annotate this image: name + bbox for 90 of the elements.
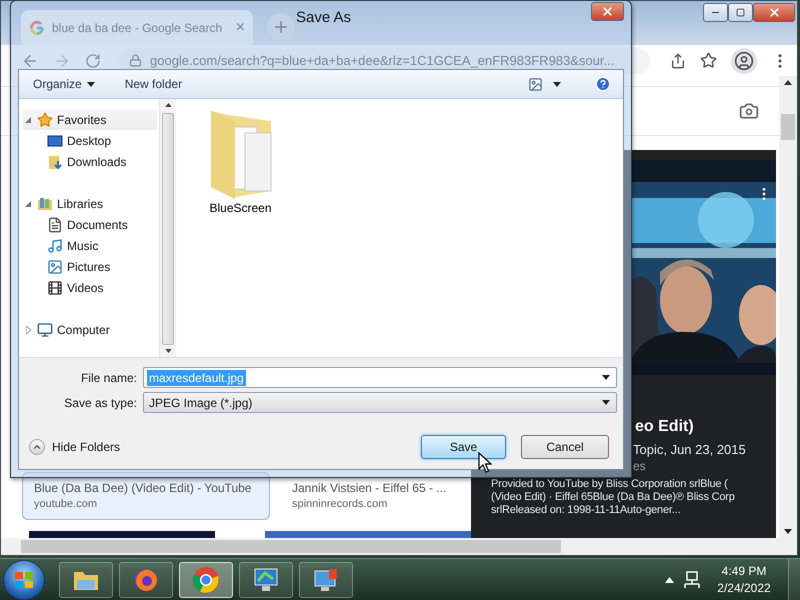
organize-button[interactable]: Organize: [33, 75, 95, 93]
vertical-scrollbar[interactable]: [159, 99, 176, 357]
nav-item[interactable]: Pictures: [23, 256, 157, 277]
description-line: (Video Edit) · Eiffel 65Blue (Da Ba Dee)℗ Bliss Corp: [491, 491, 736, 503]
description-line: srlReleased on: 1998-11-11Auto-gener...: [491, 504, 682, 516]
taskbar-app[interactable]: [119, 562, 173, 598]
clock[interactable]: 4:49 PM 2/24/2022: [708, 564, 780, 595]
ring-logo-icon: [29, 20, 45, 36]
scroll-down-icon[interactable]: [164, 349, 172, 353]
scroll-up-icon[interactable]: [784, 80, 792, 85]
scrollbar-thumb[interactable]: [162, 113, 174, 345]
music-icon: [47, 238, 63, 254]
scroll-down-icon[interactable]: [784, 529, 792, 534]
close-button[interactable]: [591, 2, 624, 21]
nav-item[interactable]: Computer: [23, 319, 157, 340]
cancel-button[interactable]: Cancel: [521, 435, 609, 459]
vertical-scrollbar[interactable]: [779, 76, 797, 538]
share-icon[interactable]: [670, 52, 686, 68]
nav-item[interactable]: Desktop: [23, 130, 157, 151]
dialog-title: Save As: [296, 9, 352, 26]
help-icon[interactable]: [595, 76, 611, 92]
minimize-button[interactable]: [703, 3, 728, 22]
network-icon[interactable]: [682, 570, 700, 588]
expanded-icon[interactable]: [23, 116, 33, 122]
bookmark-star-icon[interactable]: [700, 52, 717, 69]
close-icon: [601, 5, 614, 18]
camera-icon[interactable]: [739, 101, 759, 121]
result-card[interactable]: Blue (Da Ba Dee) (Video Edit) - YouTube youtube.com: [22, 472, 270, 520]
film-icon: [47, 280, 63, 296]
folder-item[interactable]: BlueScreen: [198, 107, 283, 357]
maximize-button[interactable]: [728, 3, 753, 22]
ring-logo-icon: [192, 566, 220, 594]
close-icon: [768, 6, 780, 19]
horizontal-scrollbar[interactable]: [1, 538, 797, 555]
nav-item[interactable]: Documents: [23, 214, 157, 235]
dropdown-icon: [602, 400, 610, 405]
plus-icon: [272, 18, 290, 36]
view-icon[interactable]: [528, 76, 543, 92]
downloads-icon: [47, 154, 63, 170]
description-line: Provided to YouTube by Bliss Corporation srlBlue (: [491, 478, 729, 490]
nav-item[interactable]: Downloads: [23, 151, 157, 172]
hide-folders-button[interactable]: Hide Folders: [29, 439, 120, 455]
monitor-icon: [253, 566, 279, 592]
collapse-icon: [29, 439, 45, 455]
show-desktop-button[interactable]: [788, 558, 800, 600]
pictures-icon: [47, 258, 63, 274]
taskbar-app[interactable]: [299, 562, 353, 598]
computer-icon: [37, 322, 53, 338]
result-title: Blue (Da Ba Dee) (Video Edit) - YouTube: [34, 481, 252, 495]
monitor-icon: [313, 566, 339, 592]
taskbar-app[interactable]: [239, 562, 293, 598]
dropdown-icon: [602, 375, 610, 380]
taskbar-app[interactable]: [59, 562, 113, 598]
tray-arrow-icon[interactable]: [665, 576, 674, 582]
result-site: youtube.com: [34, 498, 98, 510]
scrollbar-thumb[interactable]: [21, 540, 561, 553]
nav-item[interactable]: Libraries: [23, 193, 157, 214]
result-site: spinninrecords.com: [292, 498, 388, 510]
expanded-icon[interactable]: [23, 200, 33, 206]
caret-icon[interactable]: [553, 82, 561, 86]
profile-button[interactable]: [731, 48, 757, 74]
collapsed-icon[interactable]: [23, 326, 33, 334]
view-caret-icon: [553, 82, 561, 86]
save-button[interactable]: Save: [421, 435, 506, 459]
maximize-icon: [736, 8, 745, 17]
close-button[interactable]: [753, 3, 795, 22]
caret-icon: [86, 82, 95, 86]
star-icon: [37, 112, 53, 128]
scrollbar-thumb[interactable]: [781, 114, 795, 140]
lock-icon: [129, 54, 142, 67]
fox-globe-icon: [133, 566, 159, 592]
video-title: eo Edit): [635, 418, 695, 436]
library-icon: [37, 196, 53, 212]
new-folder-button[interactable]: New folder: [124, 75, 182, 93]
document-icon: [47, 216, 63, 232]
desktop-icon: [47, 132, 63, 148]
field-label: File name:: [80, 370, 137, 384]
windows-flag-icon: [14, 570, 34, 588]
scroll-up-icon[interactable]: [164, 103, 172, 107]
nav-item[interactable]: Favorites: [23, 109, 157, 130]
caret-icon: [784, 529, 792, 534]
field-label: Save as type:: [63, 396, 137, 410]
video-meta: Topic, Jun 23, 2015: [633, 442, 747, 457]
nav-item[interactable]: Videos: [23, 277, 157, 298]
video-meta: es: [633, 459, 647, 473]
nav-item[interactable]: Music: [23, 235, 157, 256]
start-button[interactable]: [3, 560, 45, 600]
taskbar-app[interactable]: [179, 562, 233, 598]
file-type-dropdown[interactable]: JPEG Image (*.jpg): [143, 392, 617, 413]
result-title: Jannik Vistsien - Eiffel 65 - ...: [292, 481, 448, 495]
